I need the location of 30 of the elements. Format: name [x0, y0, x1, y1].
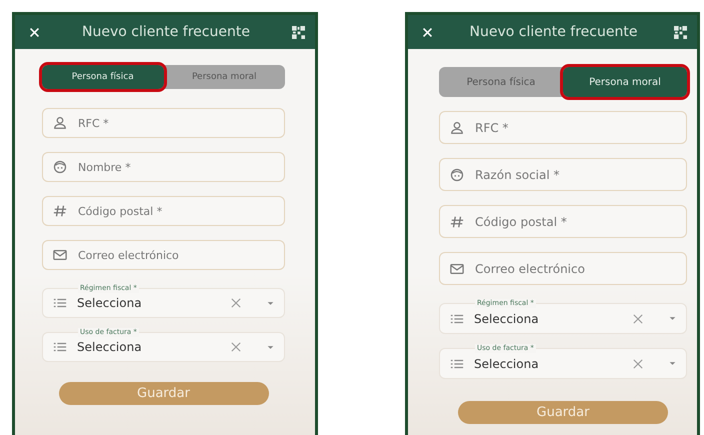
- close-icon[interactable]: [29, 26, 40, 38]
- clear-icon[interactable]: [633, 314, 643, 324]
- input-field[interactable]: Código postal *: [42, 196, 285, 226]
- input-field[interactable]: Correo electrónico: [439, 252, 687, 285]
- input-field[interactable]: Nombre *: [42, 152, 285, 182]
- qr-code-icon[interactable]: [674, 26, 687, 38]
- tab[interactable]: Persona moral: [563, 67, 687, 97]
- caret-icon[interactable]: [669, 361, 676, 366]
- field-value: Selecciona: [77, 340, 143, 354]
- clear-icon[interactable]: [231, 342, 241, 352]
- list-icon: [53, 296, 67, 310]
- caret-icon[interactable]: [267, 344, 274, 350]
- input-field[interactable]: Correo electrónico: [42, 240, 285, 270]
- field-value: Selecciona: [77, 296, 143, 310]
- input-field[interactable]: Código postal *: [439, 205, 687, 238]
- screen-title: Nuevo cliente frecuente: [468, 24, 638, 40]
- input-field[interactable]: RFC *: [42, 108, 285, 138]
- caret-icon[interactable]: [267, 300, 274, 306]
- input-field[interactable]: RFC *: [439, 111, 687, 144]
- clear-icon[interactable]: [633, 358, 643, 368]
- field-value: Selecciona: [474, 312, 540, 326]
- list-icon: [53, 340, 67, 354]
- qr-code-icon[interactable]: [292, 26, 305, 38]
- field-value: Selecciona: [474, 356, 540, 370]
- input-field[interactable]: Razón social *: [439, 158, 687, 191]
- caret-icon[interactable]: [669, 316, 676, 321]
- clear-icon[interactable]: [231, 298, 241, 308]
- tab[interactable]: Persona física: [42, 65, 164, 89]
- screen-title: Nuevo cliente frecuente: [81, 24, 251, 40]
- close-icon[interactable]: [422, 26, 433, 38]
